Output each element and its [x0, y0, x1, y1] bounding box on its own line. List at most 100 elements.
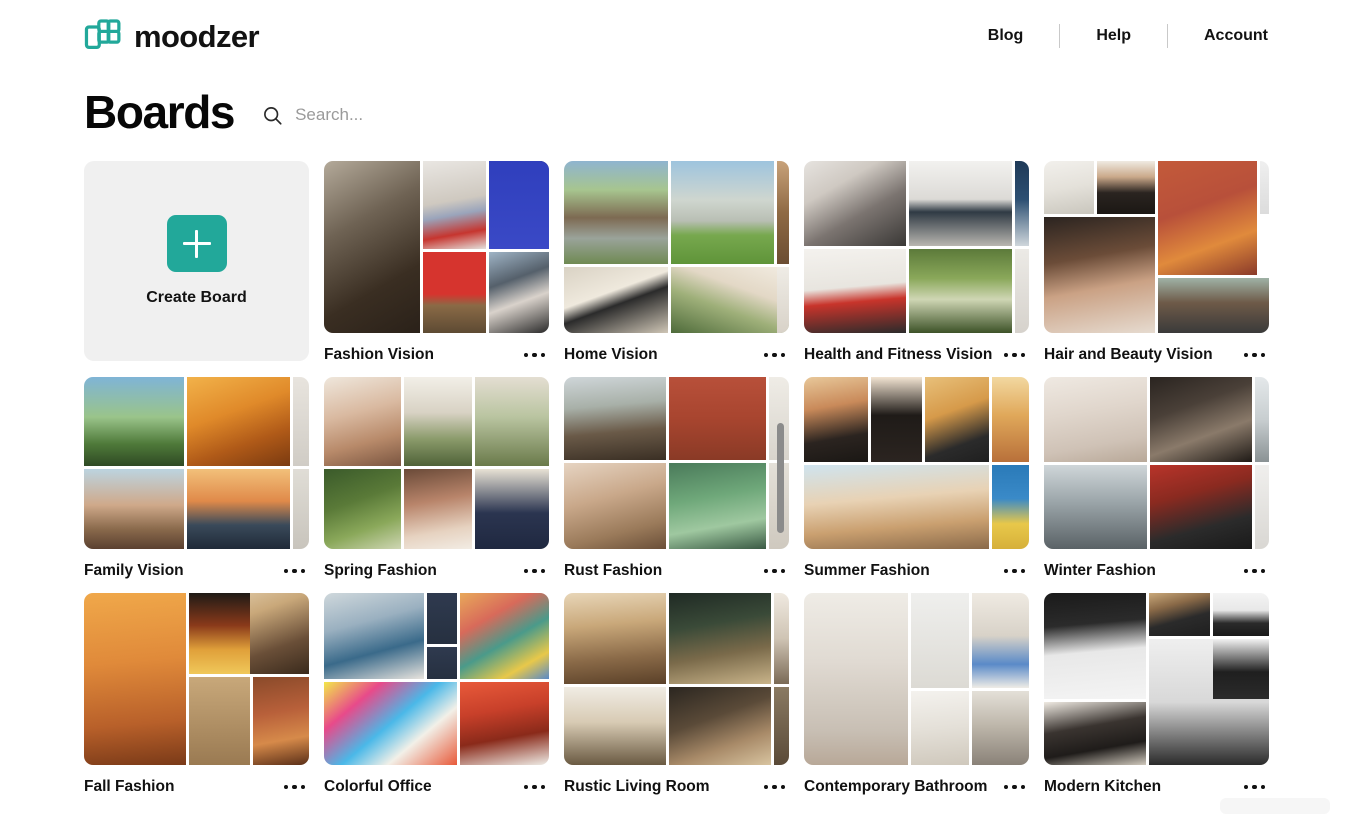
collage-image [911, 690, 969, 765]
thumbnail-collage [804, 161, 1029, 333]
collage-image [564, 462, 667, 549]
board-title: Home Vision [564, 346, 658, 363]
collage-image [1149, 377, 1253, 462]
board-meta: Fashion Vision [324, 333, 549, 377]
collage-image [84, 377, 184, 466]
collage-image [460, 681, 549, 765]
board-thumbnail[interactable] [1044, 377, 1269, 549]
collage-image [669, 462, 767, 549]
collage-image [1097, 161, 1156, 215]
more-options-icon[interactable] [1236, 347, 1268, 364]
collage-image [1044, 161, 1095, 215]
more-options-icon[interactable] [996, 563, 1028, 580]
board-cell: Family Vision [84, 377, 309, 593]
board-thumbnail[interactable] [564, 377, 789, 549]
more-options-icon[interactable] [516, 563, 548, 580]
collage-image [324, 681, 458, 765]
collage-image [489, 161, 549, 249]
board-title: Fall Fashion [84, 778, 175, 795]
board-meta: Spring Fashion [324, 549, 549, 593]
more-options-icon[interactable] [516, 779, 548, 796]
thumbnail-scrollbar[interactable] [777, 423, 784, 533]
board-meta: Hair and Beauty Vision [1044, 333, 1269, 377]
collage-image [324, 468, 402, 549]
more-options-icon[interactable] [1236, 779, 1268, 796]
collage-image [189, 593, 250, 675]
board-title: Hair and Beauty Vision [1044, 346, 1213, 363]
collage-image [668, 687, 771, 765]
board-thumbnail[interactable] [564, 593, 789, 765]
more-options-icon[interactable] [756, 347, 788, 364]
collage-image [991, 464, 1029, 549]
collage-image [870, 377, 923, 462]
nav-link-blog[interactable]: Blog [952, 28, 1060, 44]
board-thumbnail[interactable] [84, 593, 309, 765]
board-title: Winter Fashion [1044, 562, 1156, 579]
board-thumbnail[interactable] [324, 593, 549, 765]
more-options-icon[interactable] [1236, 563, 1268, 580]
collage-image [564, 267, 668, 333]
nav-link-help[interactable]: Help [1060, 28, 1167, 44]
thumbnail-collage [804, 593, 1029, 765]
collage-image [1212, 593, 1269, 637]
more-options-icon[interactable] [276, 563, 308, 580]
collage-image [777, 161, 789, 265]
board-meta: Contemporary Bathroom [804, 765, 1029, 809]
collage-image [324, 161, 421, 333]
board-meta: Winter Fashion [1044, 549, 1269, 593]
collage-image [475, 468, 549, 549]
more-options-icon[interactable] [276, 779, 308, 796]
collage-image [84, 468, 184, 549]
thumbnail-collage [804, 377, 1029, 549]
more-options-icon[interactable] [996, 347, 1028, 364]
top-navigation: Blog Help Account [952, 24, 1268, 48]
board-thumbnail[interactable] [84, 377, 309, 549]
collage-image [804, 593, 909, 765]
collage-image [84, 593, 187, 765]
top-bar: moodzer Blog Help Account [0, 0, 1352, 72]
more-options-icon[interactable] [996, 779, 1028, 796]
board-meta: Rustic Living Room [564, 765, 789, 809]
board-title: Rust Fashion [564, 562, 663, 579]
board-thumbnail[interactable] [1044, 593, 1269, 765]
board-cell: Health and Fitness Vision [804, 161, 1029, 377]
brand-logo[interactable]: moodzer [84, 17, 260, 55]
board-cell: Modern Kitchen [1044, 593, 1269, 809]
board-title: Rustic Living Room [564, 778, 710, 795]
collage-image [324, 377, 402, 466]
search-input[interactable] [295, 101, 716, 129]
collage-image [971, 593, 1029, 688]
collage-image [1044, 593, 1147, 699]
collage-image [971, 690, 1029, 765]
board-meta: Home Vision [564, 333, 789, 377]
collage-image [186, 377, 291, 466]
moodzer-grid-logo-icon [84, 19, 121, 50]
more-options-icon[interactable] [516, 347, 548, 364]
collage-image [670, 267, 789, 333]
collage-image [804, 248, 907, 333]
plus-icon [166, 215, 227, 272]
board-thumbnail[interactable] [804, 593, 1029, 765]
collage-image [1259, 161, 1269, 215]
board-thumbnail[interactable] [324, 161, 549, 333]
collage-image [423, 161, 487, 249]
collage-image [1255, 377, 1269, 462]
collage-image [189, 677, 250, 765]
board-thumbnail[interactable] [804, 377, 1029, 549]
board-thumbnail[interactable] [564, 161, 789, 333]
create-board-button[interactable]: Create Board [84, 161, 309, 361]
collage-image [427, 593, 458, 645]
board-title: Summer Fashion [804, 562, 930, 579]
more-options-icon[interactable] [756, 779, 788, 796]
board-thumbnail[interactable] [1044, 161, 1269, 333]
nav-link-account[interactable]: Account [1168, 28, 1268, 44]
board-title: Colorful Office [324, 778, 432, 795]
board-thumbnail[interactable] [324, 377, 549, 549]
thumbnail-collage [1044, 161, 1269, 333]
collage-image [669, 377, 767, 460]
thumbnail-collage [84, 593, 309, 765]
board-thumbnail[interactable] [804, 161, 1029, 333]
more-options-icon[interactable] [756, 563, 788, 580]
board-cell: Hair and Beauty Vision [1044, 161, 1269, 377]
board-title: Spring Fashion [324, 562, 437, 579]
